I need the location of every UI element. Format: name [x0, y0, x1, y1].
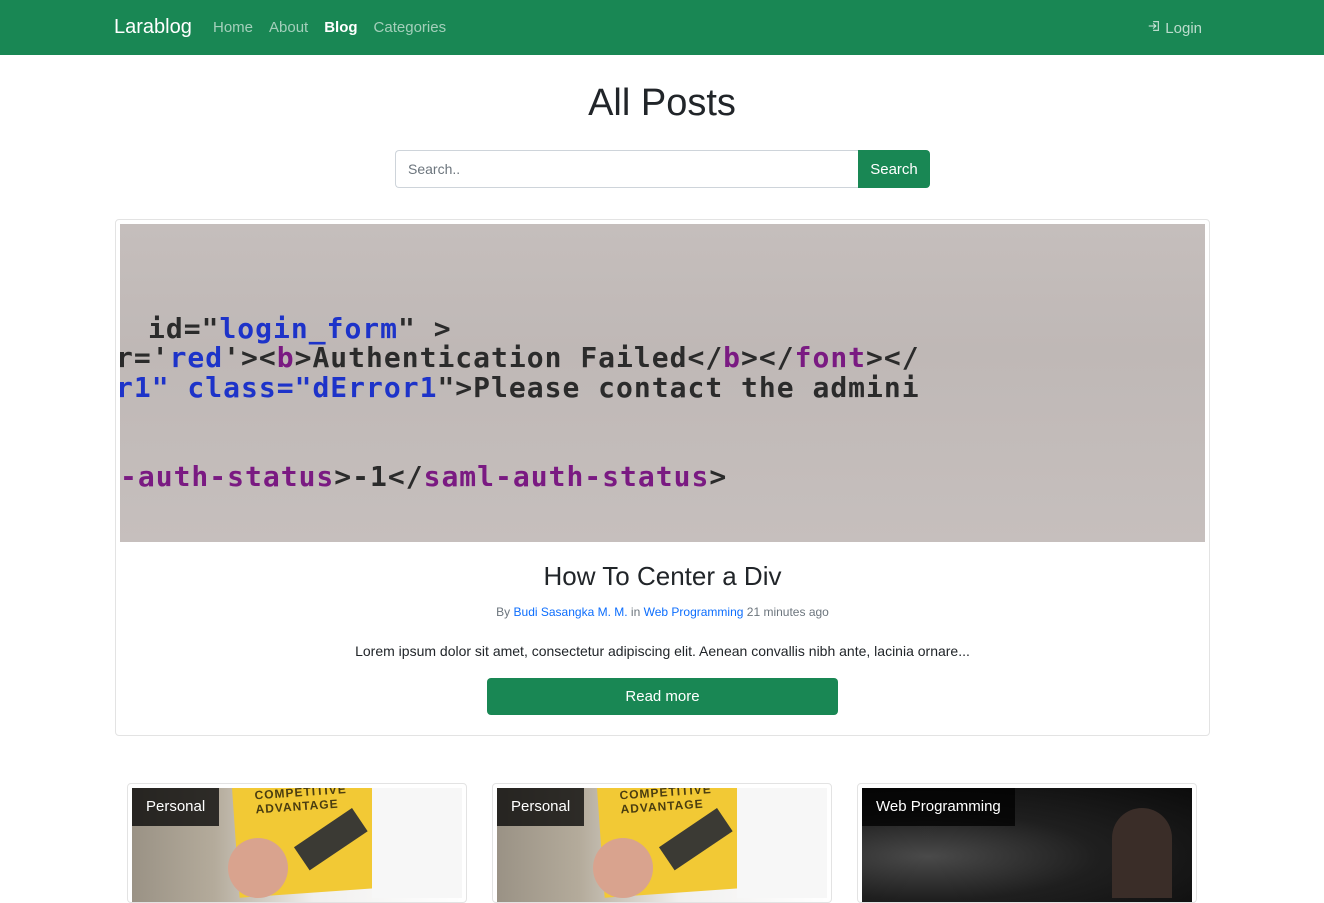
- code-line-4: -auth-status>-1</saml-auth-status>: [120, 460, 728, 493]
- login-label: Login: [1165, 19, 1202, 37]
- featured-post-meta: By Budi Sasangka M. M. in Web Programmin…: [116, 605, 1209, 619]
- nav-link-about[interactable]: About: [269, 19, 308, 36]
- category-link[interactable]: Web Programming: [644, 605, 744, 619]
- featured-post-card: id="login_form" > r='red'><b>Authenticat…: [115, 219, 1210, 736]
- meta-in: in: [630, 605, 641, 619]
- hand-image: [593, 838, 653, 898]
- search-form: Search: [395, 150, 930, 188]
- category-badge[interactable]: Personal: [497, 788, 585, 826]
- code-line-3: r1" class="dError1">Please contact the a…: [120, 371, 920, 404]
- post-card-image: Personal COMPETITIVE ADVANTAGE: [497, 788, 827, 902]
- featured-post-image[interactable]: id="login_form" > r='red'><b>Authenticat…: [120, 224, 1205, 542]
- shirt-image: [372, 788, 462, 898]
- search-button[interactable]: Search: [858, 150, 930, 188]
- post-card[interactable]: Personal COMPETITIVE ADVANTAGE: [127, 783, 467, 903]
- author-link[interactable]: Budi Sasangka M. M.: [514, 605, 628, 619]
- hand-image: [228, 838, 288, 898]
- featured-post-title[interactable]: How To Center a Div: [116, 561, 1209, 592]
- nav-link-categories[interactable]: Categories: [374, 19, 447, 36]
- category-badge[interactable]: Web Programming: [862, 788, 1015, 826]
- book-title: COMPETITIVE ADVANTAGE: [254, 788, 348, 817]
- post-card[interactable]: Personal COMPETITIVE ADVANTAGE: [492, 783, 832, 903]
- brand-logo[interactable]: Larablog: [114, 16, 192, 39]
- nav-link-blog[interactable]: Blog: [324, 19, 357, 36]
- featured-post-excerpt: Lorem ipsum dolor sit amet, consectetur …: [355, 643, 970, 659]
- code-line-2: r='red'><b>Authentication Failed</b></fo…: [120, 341, 920, 374]
- login-link[interactable]: Login: [1147, 19, 1202, 37]
- book-title: COMPETITIVE ADVANTAGE: [619, 788, 713, 817]
- meta-by: By: [496, 605, 511, 619]
- page-title: All Posts: [588, 82, 736, 124]
- category-badge[interactable]: Personal: [132, 788, 220, 826]
- post-card[interactable]: Web Programming: [857, 783, 1197, 903]
- shirt-image: [737, 788, 827, 898]
- nav-link-home[interactable]: Home: [213, 19, 253, 36]
- post-time: 21 minutes ago: [746, 605, 829, 619]
- login-icon: [1147, 19, 1161, 37]
- post-card-image: Web Programming: [862, 788, 1192, 902]
- book-cover-detail: [293, 808, 368, 871]
- navbar: Larablog Home About Blog Categories Logi…: [0, 0, 1324, 55]
- read-more-button[interactable]: Read more: [487, 678, 838, 715]
- search-input[interactable]: [395, 150, 858, 188]
- person-image: [1112, 808, 1172, 898]
- nav-links: Home About Blog Categories: [213, 19, 446, 36]
- post-card-image: Personal COMPETITIVE ADVANTAGE: [132, 788, 462, 902]
- book-cover-detail: [658, 808, 733, 871]
